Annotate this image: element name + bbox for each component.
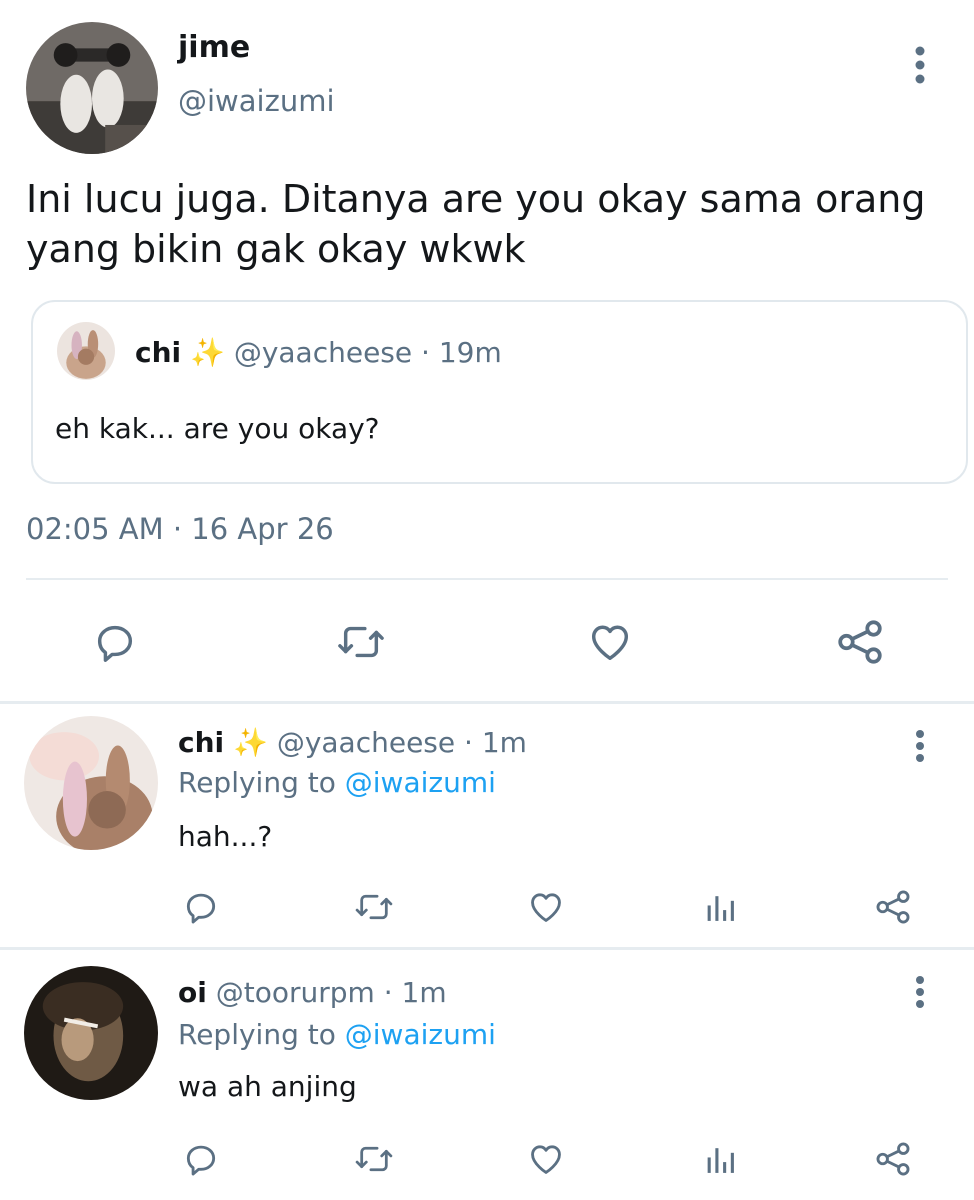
heart-icon[interactable] [521,1134,571,1184]
tweet-time: · 1m [464,726,527,759]
tweet-text: hah...? [178,820,273,853]
analytics-icon[interactable] [695,1134,745,1184]
replying-to: Replying to @iwaizumi [178,766,496,799]
reply-header: oi @toorurpm · 1m [178,976,447,1009]
quoted-tweet[interactable]: chi ✨ @yaacheese · 19m eh kak... are you… [31,300,968,484]
reply-header: chi ✨ @yaacheese · 1m [178,726,527,759]
display-name[interactable]: oi [178,976,207,1009]
share-icon[interactable] [830,612,890,672]
more-vertical-icon[interactable] [905,724,935,768]
avatar[interactable] [24,966,158,1100]
heart-icon[interactable] [580,612,640,672]
retweet-icon[interactable] [331,612,391,672]
more-vertical-icon[interactable] [900,40,940,90]
mention-link[interactable]: @iwaizumi [345,1018,496,1051]
user-handle[interactable]: @iwaizumi [178,84,335,118]
display-name: chi [135,336,182,369]
user-handle: @yaacheese [233,336,413,369]
sparkles-emoji: ✨ [190,336,225,369]
replying-to-label: Replying to [178,1018,336,1051]
replying-to: Replying to @iwaizumi [178,1018,496,1051]
user-handle[interactable]: @yaacheese [277,726,455,759]
display-name[interactable]: chi [178,726,224,759]
tweet-timestamp[interactable]: 02:05 AM · 16 Apr 26 [26,512,334,546]
avatar[interactable] [24,716,158,850]
retweet-icon[interactable] [349,882,399,932]
analytics-icon[interactable] [695,882,745,932]
mention-link[interactable]: @iwaizumi [345,766,496,799]
reply-tweet[interactable]: oi @toorurpm · 1m Replying to @iwaizumi … [0,950,974,1200]
tweet-text: Ini lucu juga. Ditanya are you okay sama… [26,177,926,271]
quoted-tweet-header: chi ✨ @yaacheese · 19m [135,336,502,369]
share-icon[interactable] [868,882,918,932]
reply-icon[interactable] [176,882,226,932]
reply-icon[interactable] [176,1134,226,1184]
quoted-tweet-text: eh kak... are you okay? [55,412,380,445]
share-icon[interactable] [868,1134,918,1184]
avatar [57,322,115,380]
replying-to-label: Replying to [178,766,336,799]
retweet-icon[interactable] [349,1134,399,1184]
display-name[interactable]: jime [178,30,250,65]
more-vertical-icon[interactable] [905,970,935,1014]
tweet-time: · 1m [383,976,447,1009]
reply-tweet[interactable]: chi ✨ @yaacheese · 1m Replying to @iwaiz… [0,704,974,947]
user-handle[interactable]: @toorurpm [216,976,375,1009]
avatar[interactable] [26,22,158,154]
sparkles-emoji: ✨ [233,726,268,759]
reply-icon[interactable] [85,612,145,672]
tweet-time: · 19m [421,336,502,369]
tweet-text: wa ah anjing [178,1070,357,1103]
heart-icon[interactable] [521,882,571,932]
divider [26,578,948,580]
